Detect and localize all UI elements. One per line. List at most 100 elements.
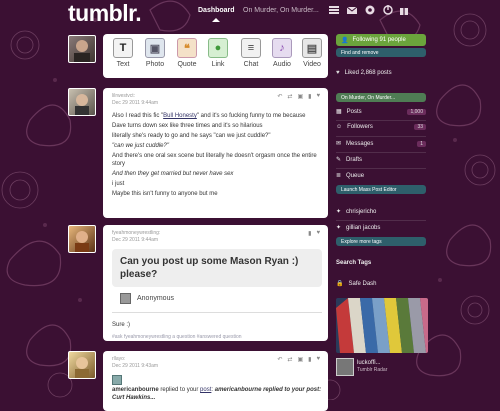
reply-icon[interactable]: ↶	[277, 356, 282, 363]
video-post-button[interactable]: ▤ Video	[298, 38, 326, 68]
radar-user-avatar[interactable]	[336, 358, 354, 376]
asker: Anonymous	[120, 293, 322, 304]
ask-section: Can you post up some Mason Ryan :) pleas…	[112, 249, 322, 341]
reblog-post-link[interactable]: post	[200, 387, 211, 393]
settings-icon[interactable]: ▮	[308, 230, 311, 237]
photo-post-icon: ▣	[145, 38, 165, 58]
mass-editor-button[interactable]: Launch Mass Post Editor	[336, 185, 426, 194]
sidebar-label: Followers	[347, 124, 373, 130]
user-avatar[interactable]	[68, 35, 96, 63]
reblog-source[interactable]: americanbourne	[112, 387, 159, 393]
post-avatar[interactable]	[68, 225, 96, 253]
divider	[336, 220, 426, 221]
chat-post-icon: ≡	[241, 38, 261, 58]
radar-image[interactable]	[336, 298, 428, 353]
quote-post-button[interactable]: ❝ Quote	[173, 38, 201, 68]
liked-label: Liked 2,868 posts	[344, 70, 392, 76]
sidebar-item-drafts[interactable]: ✎ Drafts	[336, 156, 426, 164]
text-post-icon: T	[113, 38, 133, 58]
link-post-button[interactable]: ● Link	[204, 38, 232, 68]
list-icon[interactable]	[328, 4, 340, 16]
settings-icon[interactable]: ▮	[308, 356, 311, 363]
audio-post-button[interactable]: ♪ Audio	[268, 38, 296, 68]
photo-post-button[interactable]: ▣ Photo	[141, 38, 169, 68]
type-label: Audio	[273, 61, 291, 68]
tumblr-logo[interactable]: tumblr.	[68, 0, 142, 27]
reblog-source-icon	[112, 375, 122, 385]
reblog-icon[interactable]: ⇄	[287, 356, 292, 363]
sidebar-item-posts[interactable]: ▦ Posts 1,000	[336, 108, 426, 115]
divider	[112, 312, 322, 313]
sidebar-item-queue[interactable]: ≣ Queue	[336, 172, 426, 180]
type-label: Video	[303, 61, 321, 68]
sidebar-label: Queue	[346, 172, 365, 179]
sidebar-item-followers[interactable]: ☺ Followers 33	[336, 124, 426, 130]
explore-tags-button[interactable]: Explore more tags	[336, 237, 426, 246]
explore-label: Explore more tags	[341, 238, 382, 245]
post-avatar[interactable]	[68, 88, 96, 116]
text-post-card: lilrwestvct: Dec 29 2011 9:44am ↶ ⇄ ▣ ▮ …	[103, 88, 328, 218]
sidebar-liked[interactable]: ♥ Liked 2,868 posts	[336, 70, 426, 76]
post-author[interactable]: lilrwestvct:	[112, 93, 158, 100]
post-controls: ↶ ⇄ ▣ ▮ ♥	[277, 93, 320, 100]
reblog-icon[interactable]: ⇄	[287, 93, 292, 100]
blog-button-label: On Murder, On Murder...	[341, 94, 396, 101]
link-post-icon: ●	[208, 38, 228, 58]
anonymous-avatar-icon	[120, 293, 131, 304]
posts-icon: ▦	[336, 109, 342, 115]
quote-post-icon: ❝	[177, 38, 197, 58]
safe-dash-toggle[interactable]: 🔒 Safe Dash	[336, 280, 426, 288]
sidebar-item-messages[interactable]: ✉ Messages 1	[336, 140, 426, 147]
post-author[interactable]: fyeahmoneywrestling:	[112, 230, 160, 237]
person-icon: 👤	[341, 37, 349, 44]
post-date: Dec 29 2011 9:43am	[112, 363, 159, 369]
reply-icon[interactable]: ↶	[277, 93, 282, 100]
avatar-portrait	[75, 357, 89, 378]
radar-label: Tumblr Radar	[357, 367, 388, 373]
heart-icon[interactable]: ♥	[316, 230, 320, 237]
nav-dashboard[interactable]: Dashboard	[198, 7, 235, 14]
fic-link[interactable]: Bull Honesty	[163, 113, 197, 119]
divider	[336, 168, 426, 169]
following-button[interactable]: 👤 Following 91 people	[336, 34, 426, 46]
sidebar-tag-2[interactable]: ✦ gillian jacobs	[336, 224, 426, 232]
post-tags[interactable]: #ask fyeahmoneywrestling a question #ans…	[112, 333, 322, 341]
post-line: Maybe this isn't funny to anyone but me	[112, 191, 218, 197]
radar-photo	[336, 298, 428, 353]
post-author[interactable]: rllayo:	[112, 356, 158, 363]
post-body: Also I read this fic "Bull Honesty" and …	[112, 112, 322, 200]
heart-icon[interactable]: ♥	[316, 356, 320, 363]
post-controls: ↶ ⇄ ▣ ▮ ♥	[277, 356, 320, 363]
chat-post-button[interactable]: ≡ Chat	[237, 38, 265, 68]
mail-icon[interactable]	[346, 4, 358, 16]
followers-icon: ☺	[336, 124, 343, 130]
photo-icon: ▣	[297, 357, 304, 363]
nav-active-indicator	[212, 18, 220, 22]
post-avatar[interactable]	[68, 351, 96, 379]
type-label: Text	[116, 61, 130, 68]
post-date: Dec 29 2011 9:44am	[112, 100, 159, 106]
gift-icon[interactable]	[398, 4, 410, 16]
line-text: Also I read this fic "	[112, 113, 164, 119]
sidebar-label: Messages	[346, 140, 374, 147]
blog-button[interactable]: On Murder, On Murder...	[336, 93, 426, 102]
queue-icon: ≣	[336, 173, 342, 179]
nav-blog[interactable]: On Murder, On Murder...	[243, 7, 319, 14]
settings-icon[interactable]: ▮	[308, 93, 311, 100]
heart-icon[interactable]: ♥	[316, 93, 320, 100]
ask-answer: Sure :)	[112, 322, 131, 328]
post-type-bar: T Text ▣ Photo ❝ Quote ● Link ≡ Chat ♪ A…	[103, 34, 328, 78]
gear-icon[interactable]	[364, 4, 376, 16]
text-post-button[interactable]: T Text	[109, 38, 137, 68]
divider	[336, 152, 426, 153]
avatar-portrait	[74, 40, 90, 62]
sidebar-tag-1[interactable]: ✦ chrisjericho	[336, 208, 426, 216]
ask-question: Can you post up some Mason Ryan :) pleas…	[112, 249, 322, 287]
count-badge: 1	[417, 140, 426, 147]
sidebar-label: Posts	[346, 108, 362, 115]
post-header: fyeahmoneywrestling: Dec 29 2011 9:44am	[112, 230, 160, 244]
radar-user[interactable]: luckoffi...	[357, 360, 387, 367]
power-icon[interactable]	[382, 4, 394, 16]
reblog-verb: replied to your	[158, 387, 201, 393]
find-blogs-button[interactable]: Find and remove	[336, 48, 426, 57]
